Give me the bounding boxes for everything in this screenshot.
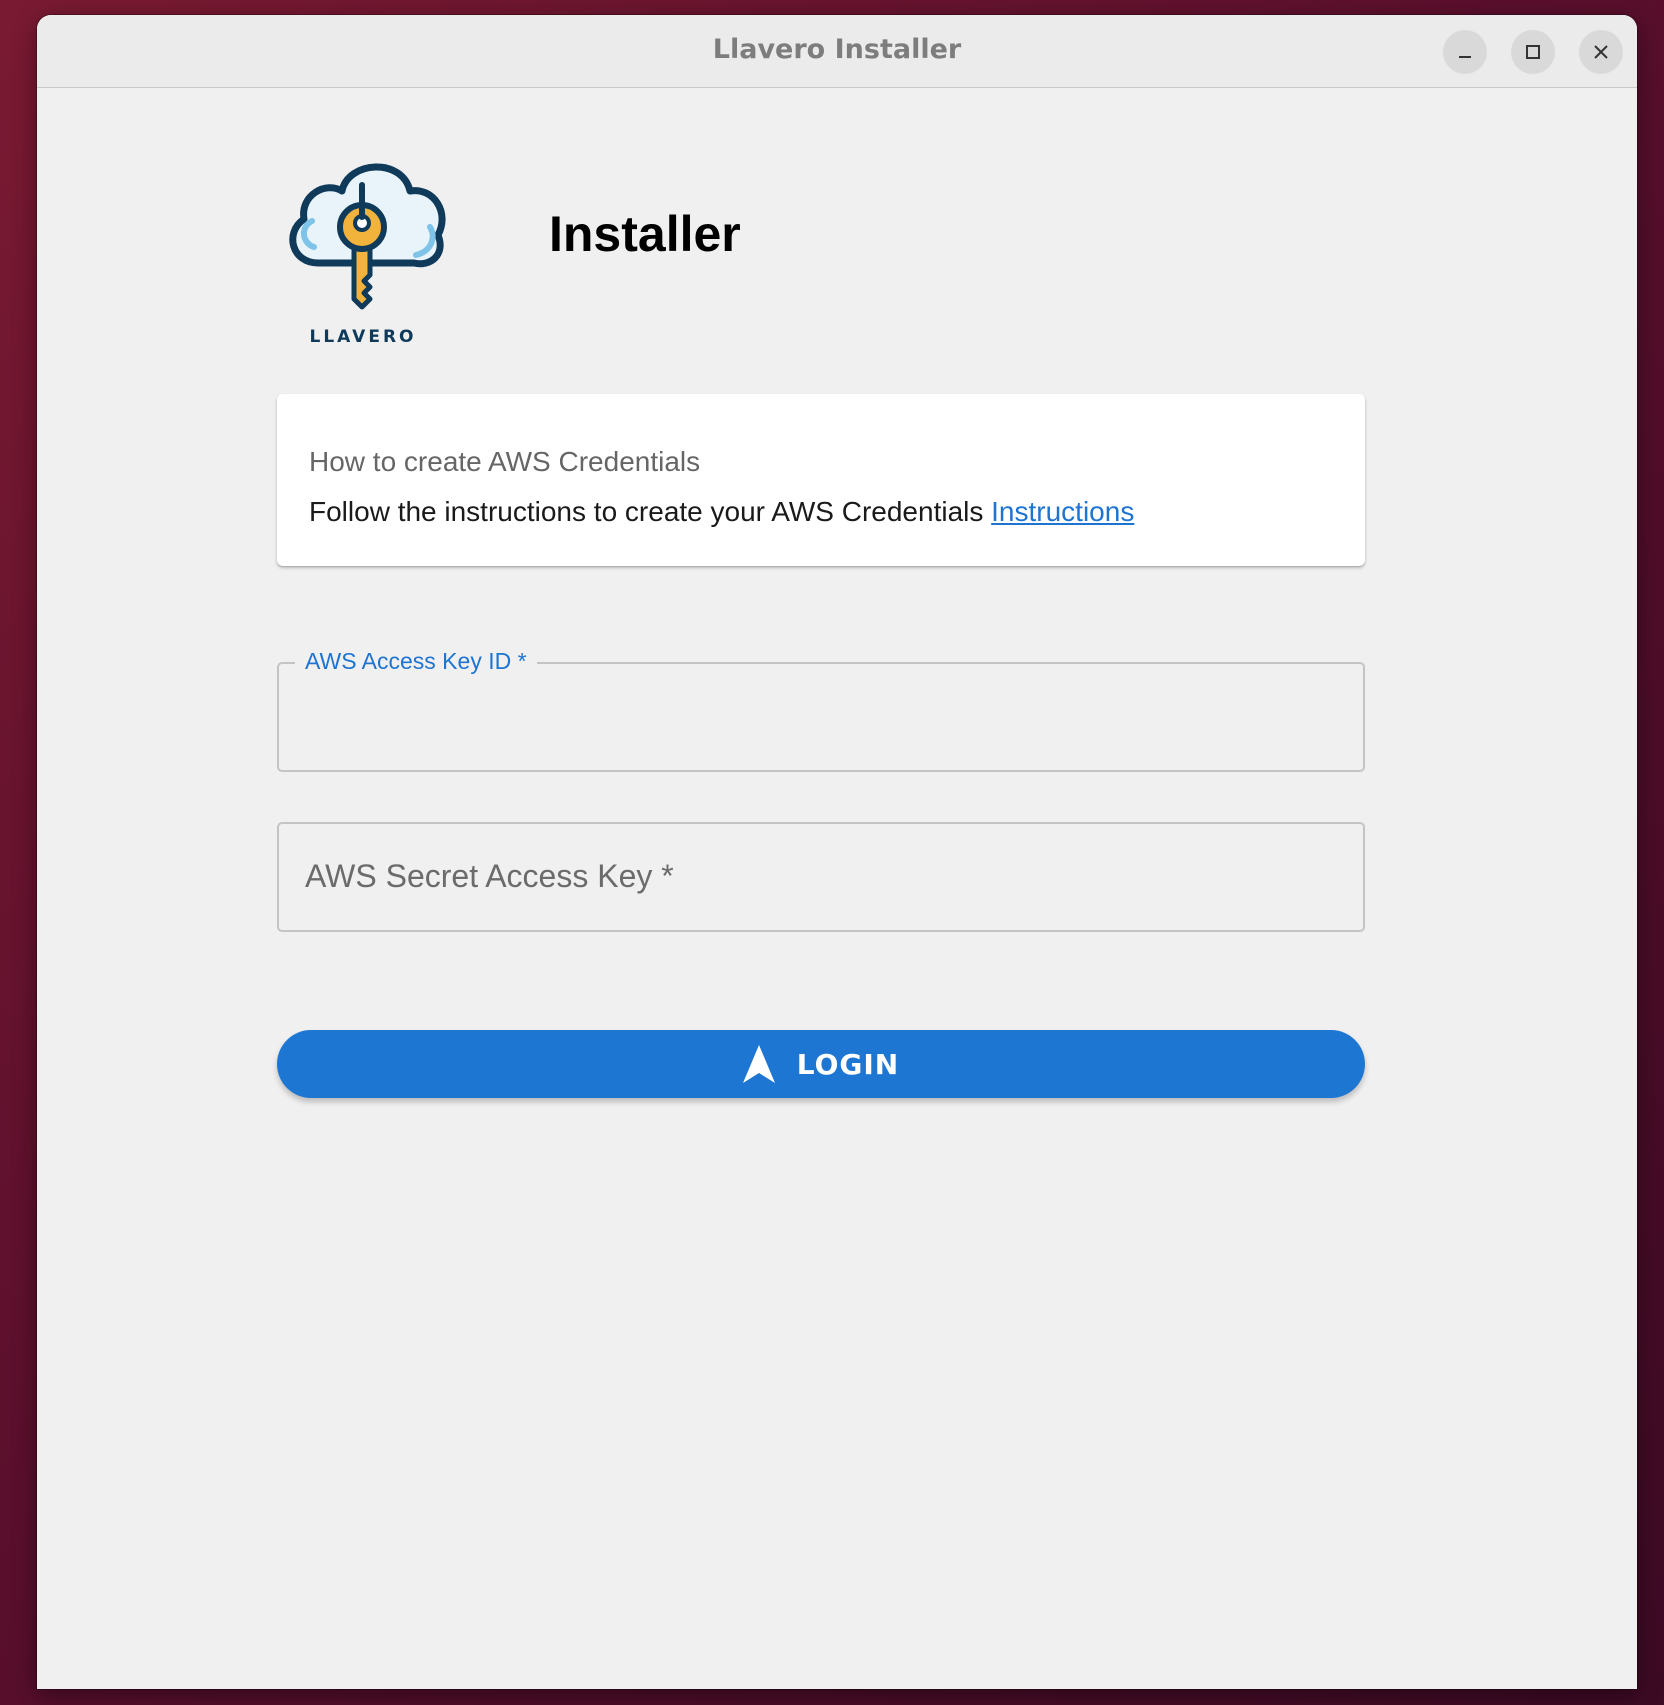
navigation-arrow-icon <box>742 1045 775 1083</box>
llavero-logo: LLAVERO <box>274 151 452 351</box>
login-button[interactable]: LOGIN <box>277 1030 1365 1098</box>
installer-window: Llavero Installer LLAVERO Installer How … <box>37 15 1637 1689</box>
maximize-button[interactable] <box>1511 30 1555 74</box>
card-body: Follow the instructions to create your A… <box>309 496 1134 528</box>
aws-secret-key-input[interactable] <box>305 854 1337 902</box>
minimize-button[interactable] <box>1443 30 1487 74</box>
aws-access-key-input[interactable] <box>305 694 1337 742</box>
aws-secret-key-field[interactable]: AWS Secret Access Key * <box>277 822 1365 932</box>
cloud-key-icon <box>289 163 446 310</box>
aws-access-key-field[interactable]: AWS Access Key ID * <box>277 648 1365 772</box>
aws-access-key-label: AWS Access Key ID * <box>295 648 537 675</box>
instructions-link[interactable]: Instructions <box>991 496 1134 527</box>
minimize-icon <box>1459 56 1471 58</box>
close-button[interactable] <box>1579 30 1623 74</box>
page-title: Installer <box>549 206 741 262</box>
close-icon <box>1594 45 1608 59</box>
maximize-icon <box>1526 45 1540 59</box>
logo-wordmark: LLAVERO <box>309 327 417 347</box>
title-bar[interactable]: Llavero Installer <box>37 15 1637 88</box>
login-label: LOGIN <box>796 1047 900 1081</box>
card-body-text: Follow the instructions to create your A… <box>309 496 984 527</box>
window-title: Llavero Installer <box>712 34 962 65</box>
card-title: How to create AWS Credentials <box>309 446 701 477</box>
credentials-info-card: How to create AWS Credentials Follow the… <box>277 394 1365 566</box>
